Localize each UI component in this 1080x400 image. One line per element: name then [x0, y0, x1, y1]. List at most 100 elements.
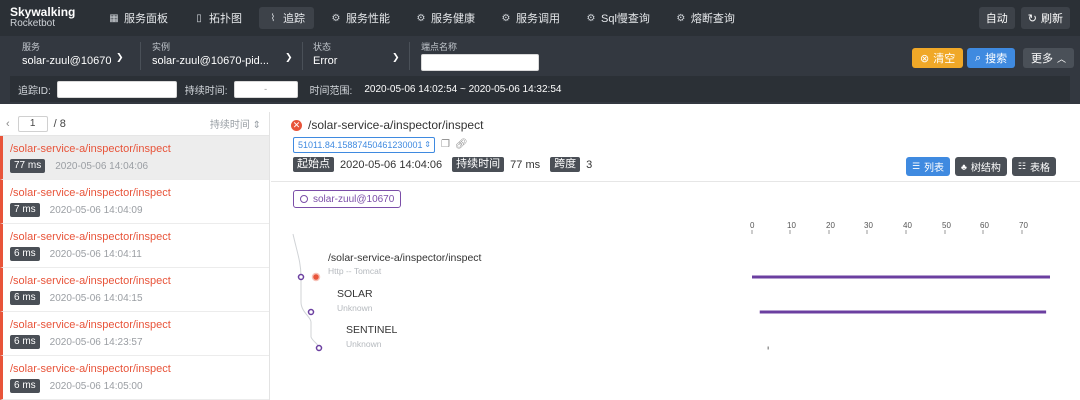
- span-bars: [752, 275, 1050, 350]
- list-icon: ☰: [911, 161, 921, 171]
- span-component: Unknown: [337, 303, 373, 313]
- endpoint-input[interactable]: [421, 54, 539, 71]
- list-item[interactable]: /solar-service-a/inspector/inspect 77 ms…: [0, 136, 269, 180]
- span-count-label: 跨度: [550, 157, 581, 172]
- topology-icon: ▯: [196, 12, 202, 24]
- duration-badge: 6 ms: [10, 291, 40, 305]
- span-node[interactable]: [297, 273, 305, 281]
- sort-duration-button[interactable]: 持续时间 ⇕: [210, 116, 261, 131]
- chevron-left-icon[interactable]: ‹: [6, 118, 10, 130]
- nav-label: 服务面板: [124, 13, 168, 25]
- duration-label: 持续时间:: [184, 85, 228, 97]
- view-table-label: 表格: [1030, 163, 1050, 174]
- app-logo[interactable]: Skywalking Rocketbot: [0, 6, 100, 30]
- refresh-button[interactable]: ↻ 刷新: [1020, 7, 1070, 29]
- nav-label: 服务调用: [516, 13, 560, 25]
- instance-select[interactable]: 实例 solar-zuul@10670-pid...: [152, 41, 269, 69]
- duration-label: 持续时间: [452, 157, 505, 172]
- list-item[interactable]: /solar-service-a/inspector/inspect 7 ms 2…: [0, 180, 269, 224]
- nav-item-dashboard[interactable]: ▦ 服务面板: [100, 7, 177, 29]
- list-item[interactable]: /solar-service-a/inspector/inspect 6 ms 2…: [0, 356, 269, 400]
- chevron-up-icon: ︿: [1057, 53, 1067, 64]
- duration-badge: 77 ms: [10, 159, 46, 173]
- view-switcher: ☰ 列表 ♣ 树结构 ☷ 表格: [905, 157, 1056, 176]
- service-chip[interactable]: solar-zuul@10670: [293, 190, 402, 208]
- logo-title: Skywalking: [10, 5, 76, 19]
- start-value: 2020-05-06 14:04:06: [340, 158, 443, 171]
- clear-button[interactable]: ⊗ 清空: [912, 48, 964, 68]
- more-button[interactable]: 更多 ︿: [1023, 48, 1075, 68]
- service-label: 服务: [22, 42, 41, 52]
- trace-endpoint: /solar-service-a/inspector/inspect: [10, 187, 171, 199]
- trace-id-value: 51011.84.15887450461230001: [298, 140, 423, 150]
- duration-value: 77 ms: [510, 158, 541, 171]
- span-bar[interactable]: [767, 346, 769, 350]
- service-value: solar-zuul@10670: [22, 55, 112, 67]
- trace-endpoint: /solar-service-a/inspector/inspect: [10, 275, 171, 287]
- status-select[interactable]: 状态 Error: [313, 41, 337, 69]
- list-item[interactable]: /solar-service-a/inspector/inspect 6 ms 2…: [0, 268, 269, 312]
- chevron-down-icon[interactable]: ❯: [116, 52, 124, 63]
- search-icon: ⌕: [975, 51, 982, 64]
- trace-icon: ⌇: [270, 12, 276, 24]
- trace-time: 2020-05-06 14:04:11: [49, 248, 142, 260]
- time-range-value[interactable]: 2020-05-06 14:02:54 ~ 2020-05-06 14:32:5…: [364, 84, 561, 95]
- search-label: 搜索: [985, 53, 1008, 65]
- start-label: 起始点: [293, 157, 334, 172]
- span-node-error[interactable]: [311, 272, 321, 282]
- nav-item-circuit-breaker[interactable]: ⚙ 熔断查询: [667, 7, 744, 29]
- link-icon[interactable]: 🔗︎: [455, 139, 468, 150]
- service-chip-label: solar-zuul@10670: [313, 193, 395, 205]
- view-list-label: 列表: [924, 163, 945, 174]
- chevron-down-icon[interactable]: ❯: [285, 52, 293, 63]
- trace-title: ✕ /solar-service-a/inspector/inspect: [291, 118, 483, 132]
- view-table-button[interactable]: ☷ 表格: [1011, 157, 1056, 176]
- view-tree-button[interactable]: ♣ 树结构: [955, 157, 1007, 176]
- copy-icon[interactable]: ❐: [441, 139, 450, 150]
- span-node[interactable]: [315, 344, 323, 352]
- filter-bar: 服务 solar-zuul@10670 ❯ 实例 solar-zuul@1067…: [0, 36, 1080, 104]
- list-item[interactable]: /solar-service-a/inspector/inspect 6 ms 2…: [0, 224, 269, 268]
- service-select[interactable]: 服务 solar-zuul@10670: [22, 41, 111, 69]
- axis-tick-marks: [751, 230, 1023, 234]
- span-name[interactable]: SOLAR: [337, 288, 373, 300]
- auto-refresh-button[interactable]: 自动: [978, 7, 1015, 29]
- list-header: ‹ 1 / 8 持续时间 ⇕: [0, 112, 269, 136]
- list-item[interactable]: /solar-service-a/inspector/inspect 6 ms 2…: [0, 312, 269, 356]
- span-node[interactable]: [307, 308, 315, 316]
- view-list-button[interactable]: ☰ 列表: [905, 157, 951, 176]
- nav-item-service-performance[interactable]: ⚙ 服务性能: [322, 7, 399, 29]
- chevron-down-icon[interactable]: ❯: [392, 52, 400, 63]
- gear-icon: ⚙: [416, 12, 426, 24]
- page-total: / 8: [53, 117, 66, 130]
- nav-item-slow-sql[interactable]: ⚙ Sql慢查询: [577, 7, 659, 29]
- dashboard-icon: ▦: [109, 12, 119, 24]
- trace-id-select[interactable]: 51011.84.15887450461230001 ⇕: [293, 137, 435, 153]
- top-right-controls: 自动 ↻ 刷新: [978, 7, 1070, 29]
- logo-subtitle: Rocketbot: [10, 18, 56, 29]
- span-bar[interactable]: [752, 275, 1050, 279]
- nav-item-trace[interactable]: ⌇ 追踪: [259, 7, 314, 29]
- instance-label: 实例: [152, 42, 171, 52]
- search-button[interactable]: ⌕ 搜索: [967, 48, 1016, 68]
- trace-time: 2020-05-06 14:23:57: [49, 336, 143, 348]
- gear-icon: ⚙: [331, 12, 341, 24]
- status-label: 状态: [313, 42, 332, 52]
- duration-input[interactable]: -: [233, 80, 298, 98]
- trace-id-input[interactable]: [56, 80, 177, 98]
- more-label: 更多: [1031, 53, 1053, 65]
- error-icon: ✕: [291, 119, 302, 131]
- nav-item-service-call[interactable]: ⚙ 服务调用: [492, 7, 569, 29]
- trace-endpoint: /solar-service-a/inspector/inspect: [10, 143, 171, 155]
- nav-item-topology[interactable]: ▯ 拓扑图: [185, 7, 251, 29]
- trace-id-label: 追踪ID:: [18, 85, 51, 97]
- duration-badge: 6 ms: [10, 335, 40, 349]
- page-input[interactable]: 1: [17, 115, 48, 132]
- close-icon: ⊗: [920, 52, 930, 65]
- span-bar[interactable]: [759, 310, 1047, 314]
- span-name[interactable]: /solar-service-a/inspector/inspect: [328, 252, 481, 264]
- span-name[interactable]: SENTINEL: [346, 324, 397, 336]
- nav-item-service-health[interactable]: ⚙ 服务健康: [407, 7, 484, 29]
- trace-title-text: /solar-service-a/inspector/inspect: [308, 118, 484, 132]
- gear-icon: ⚙: [501, 12, 511, 24]
